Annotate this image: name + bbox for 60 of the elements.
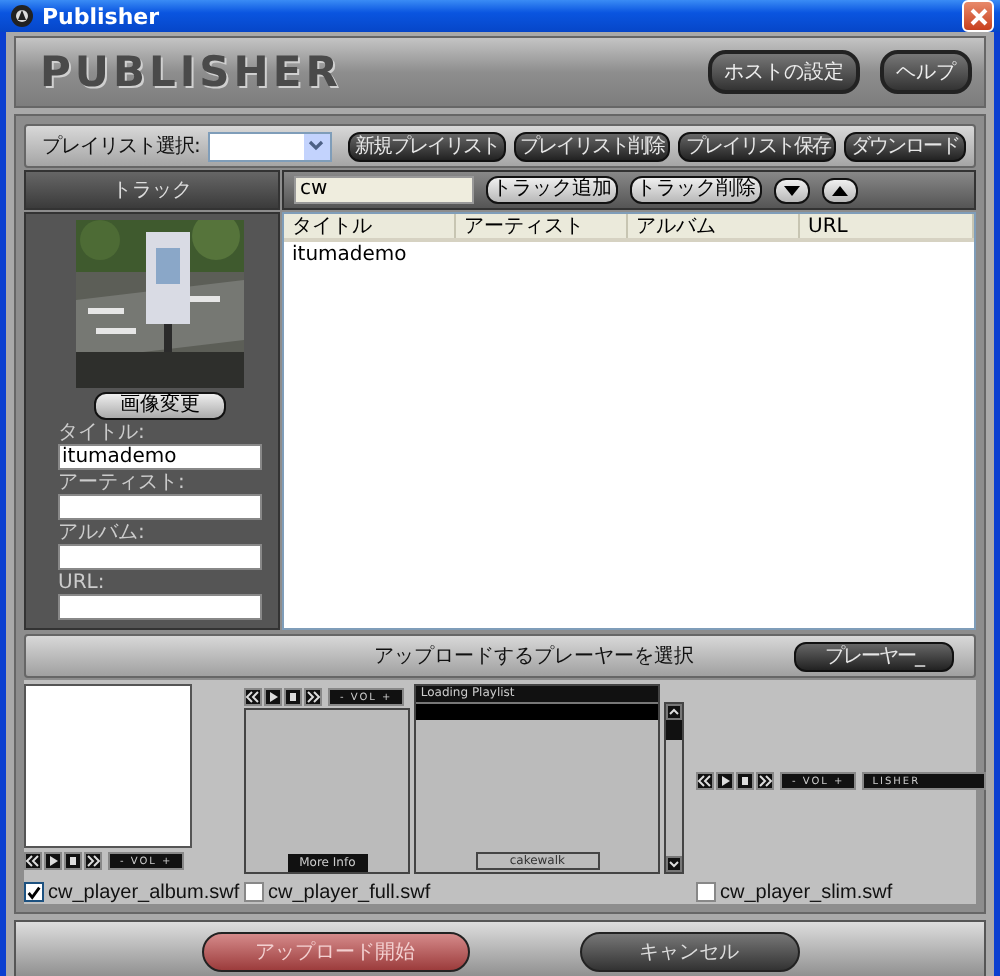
- player-button[interactable]: プレーヤー_: [794, 641, 954, 671]
- table-cell-text: itumademo: [290, 242, 409, 268]
- checkbox-label: cw_player_slim.swf: [720, 881, 893, 903]
- column-header[interactable]: アーティスト: [456, 214, 628, 238]
- window-title: Publisher: [42, 3, 162, 29]
- play-icon[interactable]: [264, 688, 282, 706]
- scroll-down-icon[interactable]: [666, 856, 682, 872]
- stop-icon[interactable]: [736, 771, 754, 789]
- column-header[interactable]: タイトル: [284, 214, 456, 238]
- checkbox-label: cw_player_full.swf: [268, 881, 431, 903]
- input-field[interactable]: itumademo: [58, 444, 262, 470]
- triangle-down-icon: [784, 185, 800, 195]
- input-field[interactable]: [58, 594, 262, 620]
- playlist-button[interactable]: プレイリスト削除: [513, 131, 671, 161]
- track-button[interactable]: トラック削除: [630, 176, 762, 204]
- fast-forward-icon[interactable]: [304, 688, 322, 706]
- playlist-dropdown[interactable]: [207, 131, 332, 161]
- track-button[interactable]: トラック追加: [486, 176, 618, 204]
- checkbox[interactable]: [24, 882, 44, 902]
- playlist-label: プレイリスト選択:: [42, 133, 200, 160]
- triangle-up-icon: [832, 185, 848, 195]
- input-field[interactable]: [58, 544, 262, 570]
- cancel-button[interactable]: キャンセル: [579, 932, 799, 972]
- change-image-button[interactable]: 画像変更: [94, 392, 226, 420]
- play-icon[interactable]: [44, 852, 62, 870]
- checkbox[interactable]: [244, 882, 264, 902]
- column-header[interactable]: URL: [800, 214, 974, 238]
- scrollbar[interactable]: [664, 702, 684, 874]
- header-button[interactable]: ホストの設定: [708, 50, 860, 94]
- logo: PUBLISHER: [40, 48, 342, 96]
- stop-icon[interactable]: [284, 688, 302, 706]
- move-up-button[interactable]: [822, 177, 858, 203]
- rewind-icon[interactable]: [24, 852, 42, 870]
- close-icon: [969, 7, 987, 25]
- play-icon[interactable]: [716, 771, 734, 789]
- checkbox-label: cw_player_album.swf: [48, 881, 240, 903]
- fast-forward-icon[interactable]: [84, 852, 102, 870]
- search-field[interactable]: cw: [294, 176, 474, 204]
- move-down-button[interactable]: [774, 177, 810, 203]
- field-label: タイトル:: [58, 422, 147, 444]
- players-title: アップロードするプレーヤーを選択: [374, 643, 694, 670]
- scroll-thumb[interactable]: [666, 720, 682, 740]
- input-field[interactable]: [58, 494, 262, 520]
- field-label: アーティスト:: [58, 472, 187, 494]
- checkbox[interactable]: [696, 882, 716, 902]
- track-header: トラック: [24, 170, 280, 210]
- app-icon: [10, 4, 34, 28]
- field-label: アルバム:: [58, 522, 147, 544]
- column-header[interactable]: アルバム: [628, 214, 800, 238]
- fast-forward-icon[interactable]: [756, 771, 774, 789]
- playlist-button[interactable]: 新規プレイリスト: [347, 131, 506, 161]
- rewind-icon[interactable]: [244, 688, 262, 706]
- playlist-button[interactable]: プレイリスト保存: [678, 131, 837, 161]
- rewind-icon[interactable]: [696, 771, 714, 789]
- playlist-button[interactable]: ダウンロード: [844, 131, 966, 161]
- close-button[interactable]: [962, 0, 994, 32]
- header-button[interactable]: ヘルプ: [880, 50, 972, 94]
- field-label: URL:: [58, 572, 107, 594]
- stop-icon[interactable]: [64, 852, 82, 870]
- scroll-up-icon[interactable]: [666, 704, 682, 720]
